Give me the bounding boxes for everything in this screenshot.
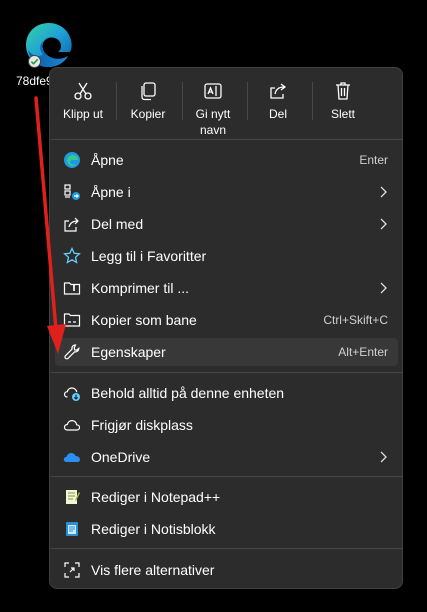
menu-item-properties-label: Egenskaper [91,344,166,360]
context-toolbar: Klipp ut Kopier Gi nytt navn Del Slett [50,68,402,138]
menu-item-edit-notepadpp-label: Rediger i Notepad++ [91,489,221,505]
copy-path-icon [63,313,81,327]
chevron-right-icon [380,218,387,230]
share-icon [270,83,287,99]
onedrive-icon [63,453,80,462]
cloud-download-icon [63,387,80,401]
menu-item-open-with[interactable]: Åpne i [55,178,398,206]
rename-button[interactable]: Gi nytt navn [182,74,244,137]
menu-item-onedrive[interactable]: OneDrive [55,443,398,471]
menu-item-keep-on-device[interactable]: Behold alltid på denne enheten [55,379,398,407]
rename-label-line1: Gi nytt [195,107,231,121]
menu-item-compress-label: Komprimer til ... [91,280,190,296]
menu-item-onedrive-label: OneDrive [91,449,151,465]
menu-item-edit-notepadpp[interactable]: Rediger i Notepad++ [55,483,398,511]
menu-item-edit-notepad[interactable]: Rediger i Notisblokk [55,515,398,543]
cut-button[interactable]: Klipp ut [52,74,114,136]
menu-item-more-options[interactable]: Vis flere alternativer [55,556,398,584]
menu-item-free-space-label: Frigjør diskplass [91,417,193,433]
menu-item-share-with[interactable]: Del med [55,210,398,238]
menu-item-open-shortcut: Enter [359,153,388,167]
desktop-file-label: 78dfe9 [16,74,53,88]
menu-item-add-favorites-label: Legg til i Favoritter [91,248,207,264]
notepadpp-icon [66,490,80,504]
expand-icon [64,562,80,578]
zip-folder-icon [63,282,81,295]
share-button[interactable]: Del [247,74,309,136]
menu-item-open[interactable]: Åpne Enter [55,146,398,174]
menu-item-properties-shortcut: Alt+Enter [338,345,388,359]
open-with-icon [64,184,80,200]
star-icon [63,247,81,264]
menu-item-compress[interactable]: Komprimer til ... [55,274,398,302]
menu-item-copy-path[interactable]: Kopier som bane Ctrl+Skift+C [55,306,398,334]
menu-item-share-with-label: Del med [91,216,144,232]
chevron-right-icon [380,451,387,463]
menu-item-free-space[interactable]: Frigjør diskplass [55,411,398,439]
delete-label: Slett [330,107,355,121]
context-menu: Klipp ut Kopier Gi nytt navn Del Slett Å… [49,67,403,589]
menu-item-open-with-label: Åpne i [91,184,131,200]
share-label: Del [268,107,287,121]
wrench-icon [64,344,80,360]
chevron-right-icon [380,282,387,294]
menu-item-edit-notepad-label: Rediger i Notisblokk [91,521,216,537]
cut-label: Klipp ut [62,107,104,121]
menu-item-add-favorites[interactable]: Legg til i Favoritter [55,242,398,270]
notepad-icon [66,522,78,536]
copy-button[interactable]: Kopier [117,74,179,136]
rename-icon [204,83,222,99]
copy-label: Kopier [130,107,166,121]
chevron-right-icon [380,186,387,198]
menu-divider [51,139,403,140]
menu-divider [51,372,403,373]
menu-item-copy-path-shortcut: Ctrl+Skift+C [323,313,388,327]
copy-icon [141,82,156,101]
trash-icon [336,82,350,100]
menu-divider [51,548,403,549]
cloud-icon [63,419,81,431]
menu-item-open-label: Åpne [91,152,124,168]
menu-item-keep-on-device-label: Behold alltid på denne enheten [91,385,285,401]
rename-label-line2: navn [199,123,227,137]
menu-divider [51,476,403,477]
menu-item-copy-path-label: Kopier som bane [91,312,197,328]
sync-status-icon [28,55,41,68]
menu-item-properties[interactable]: Egenskaper Alt+Enter [55,338,398,366]
delete-button[interactable]: Slett [312,74,374,136]
scissors-icon [74,82,92,100]
edge-icon [64,152,80,168]
share-icon [64,217,79,232]
menu-item-more-options-label: Vis flere alternativer [91,562,215,578]
